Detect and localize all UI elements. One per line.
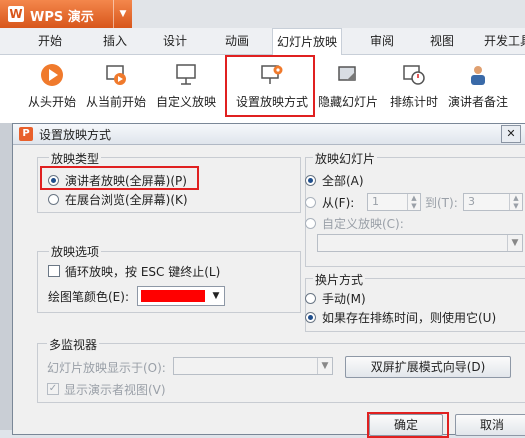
advance-title: 换片方式 bbox=[313, 271, 366, 288]
all-slides-label[interactable]: 全部(A) bbox=[322, 172, 364, 189]
highlight-box bbox=[225, 55, 315, 117]
presenter-view-label: 显示演示者视图(V) bbox=[64, 383, 166, 397]
use-timing-label[interactable]: 如果存在排练时间，则使用它(U) bbox=[322, 309, 496, 326]
display-on-select[interactable]: ▼ bbox=[173, 357, 333, 375]
all-slides-radio[interactable] bbox=[305, 175, 316, 186]
from-value: 1 bbox=[372, 195, 379, 208]
wps-logo-icon: W bbox=[8, 6, 24, 22]
tab-view[interactable]: 视图 bbox=[430, 28, 454, 54]
use-timing-radio[interactable] bbox=[305, 312, 316, 323]
dual-screen-wizard-button[interactable]: 双屏扩展模式向导(D) bbox=[345, 356, 511, 378]
tab-review[interactable]: 审阅 bbox=[370, 28, 394, 54]
pen-color-picker[interactable]: ▼ bbox=[137, 286, 225, 306]
play-current-icon bbox=[106, 65, 126, 85]
app-name: WPS 演示 bbox=[30, 10, 94, 25]
ribbon-toolbar: 从头开始 从当前开始 自定义放映 设置放映方式 隐藏幻灯片 排练计时 演讲者备注 bbox=[0, 55, 525, 124]
hide-slide-button[interactable]: 隐藏幻灯片 bbox=[316, 57, 380, 117]
tab-slideshow[interactable]: 幻灯片放映 bbox=[272, 28, 343, 56]
ribbon-tabs: 开始 插入 设计 动画 幻灯片放映 审阅 视图 开发工具 bbox=[0, 28, 525, 56]
rehearse-timing-icon bbox=[403, 65, 425, 85]
to-value: 3 bbox=[468, 195, 475, 208]
manual-label[interactable]: 手动(M) bbox=[322, 290, 366, 307]
speaker-notes-icon bbox=[471, 66, 485, 85]
chevron-down-icon: ▼ bbox=[317, 358, 332, 374]
slides-title: 放映幻灯片 bbox=[313, 150, 378, 167]
pen-color-swatch bbox=[141, 290, 205, 302]
custom-show-label: 自定义放映(C): bbox=[322, 217, 404, 231]
custom-show-icon bbox=[176, 64, 196, 85]
highlight-box bbox=[40, 166, 199, 190]
dialog-title-bar: P 设置放映方式 ✕ bbox=[13, 124, 525, 145]
display-on-label: 幻灯片放映显示于(O): bbox=[47, 361, 166, 375]
custom-show-button[interactable]: 自定义放映 bbox=[156, 57, 216, 117]
start-from-beginning-button[interactable]: 从头开始 bbox=[24, 57, 80, 117]
play-icon bbox=[41, 64, 63, 86]
pen-color-label: 绘图笔颜色(E): bbox=[48, 290, 129, 304]
chevron-down-icon: ▼ bbox=[507, 235, 522, 251]
close-icon[interactable]: ✕ bbox=[501, 125, 521, 143]
custom-show-radio[interactable] bbox=[305, 218, 316, 229]
wps-presentation-icon: P bbox=[19, 127, 33, 141]
tab-animation[interactable]: 动画 bbox=[225, 28, 249, 54]
tab-developer[interactable]: 开发工具 bbox=[484, 28, 525, 54]
custom-show-select[interactable]: ▼ bbox=[317, 234, 523, 252]
tab-design[interactable]: 设计 bbox=[163, 28, 187, 54]
to-spinner[interactable]: 3 ▲ ▼ bbox=[463, 193, 523, 211]
to-label: 到(T): bbox=[425, 196, 458, 210]
setup-show-dialog: P 设置放映方式 ✕ 放映类型 演讲者放映(全屏幕)(P) 在展台浏览(全屏幕)… bbox=[12, 123, 525, 438]
from-radio[interactable] bbox=[305, 197, 316, 208]
from-label[interactable]: 从(F): bbox=[322, 194, 354, 211]
rehearse-timing-button[interactable]: 排练计时 bbox=[384, 57, 444, 117]
loop-checkbox[interactable] bbox=[48, 265, 60, 277]
manual-radio[interactable] bbox=[305, 293, 316, 304]
show-options-title: 放映选项 bbox=[49, 243, 102, 260]
show-type-title: 放映类型 bbox=[49, 150, 102, 167]
hide-slide-icon bbox=[338, 66, 356, 81]
chevron-down-icon: ▼ bbox=[212, 291, 220, 301]
title-bar: W WPS 演示 ▼ bbox=[0, 0, 525, 28]
start-from-current-button[interactable]: 从当前开始 bbox=[84, 57, 148, 117]
chevron-down-icon[interactable]: ▼ bbox=[113, 0, 132, 28]
cancel-button[interactable]: 取消 bbox=[455, 414, 525, 436]
from-spinner[interactable]: 1 ▲ ▼ bbox=[367, 193, 421, 211]
kiosk-radio[interactable] bbox=[48, 194, 59, 205]
dialog-title: 设置放映方式 bbox=[39, 128, 112, 142]
loop-label[interactable]: 循环放映，按 ESC 键终止(L) bbox=[65, 263, 220, 280]
kiosk-label[interactable]: 在展台浏览(全屏幕)(K) bbox=[65, 191, 188, 208]
speaker-notes-button[interactable]: 演讲者备注 bbox=[444, 57, 512, 117]
spinner-arrows-icon[interactable]: ▲ ▼ bbox=[509, 194, 522, 210]
monitors-title: 多监视器 bbox=[47, 336, 100, 353]
tab-insert[interactable]: 插入 bbox=[103, 28, 127, 54]
app-menu-button[interactable]: W WPS 演示 ▼ bbox=[0, 0, 132, 28]
presenter-view-checkbox[interactable]: ✓ bbox=[47, 383, 59, 395]
tab-home[interactable]: 开始 bbox=[38, 28, 62, 54]
workspace-edge bbox=[0, 123, 12, 430]
spinner-arrows-icon[interactable]: ▲ ▼ bbox=[407, 194, 420, 210]
highlight-box bbox=[367, 412, 449, 438]
